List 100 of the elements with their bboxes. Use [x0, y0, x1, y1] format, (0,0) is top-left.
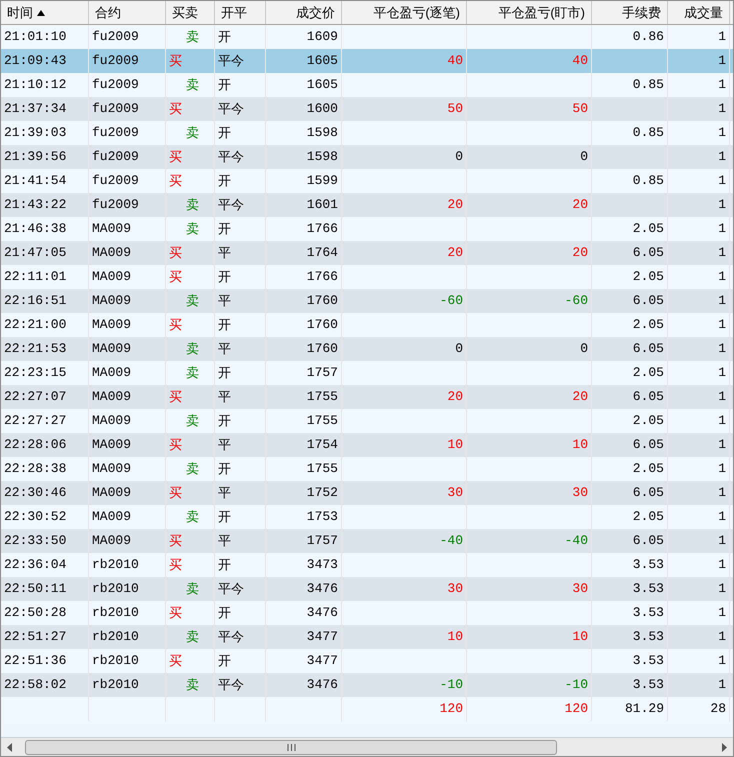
horizontal-scrollbar[interactable]	[1, 737, 733, 756]
column-header[interactable]: 成交量	[668, 1, 730, 24]
table-cell: 50	[572, 101, 588, 116]
table-cell: 22:27:07	[4, 389, 66, 404]
table-cell: MA009	[92, 461, 132, 476]
table-cell: 1	[718, 317, 726, 332]
table-cell: 2.05	[632, 317, 664, 332]
column-header[interactable]: 成交价	[266, 1, 342, 24]
table-cell: fu2009	[92, 53, 139, 68]
table-cell: 1766	[306, 221, 338, 236]
trade-row[interactable]: 22:30:46 MA009 买 平 1752 30 30 6.05 1	[1, 481, 733, 505]
trade-row[interactable]: 22:21:53 MA009 卖 平 1760 0 0 6.05 1	[1, 337, 733, 361]
table-cell: 3.53	[632, 653, 664, 668]
table-cell: 开	[218, 221, 231, 236]
table-cell: 平	[218, 533, 231, 548]
table-cell: 平今	[218, 53, 244, 68]
table-cell: 3.53	[632, 557, 664, 572]
table-cell: 1757	[306, 533, 338, 548]
table-cell: rb2010	[92, 557, 139, 572]
column-header[interactable]: 合约	[89, 1, 166, 24]
column-header[interactable]: 手续费	[592, 1, 668, 24]
column-header[interactable]: 开平	[215, 1, 266, 24]
table-cell: 买	[169, 101, 182, 116]
table-cell: fu2009	[92, 29, 139, 44]
table-cell: 21:39:56	[4, 149, 66, 164]
trade-row[interactable]: 21:43:22 fu2009 卖 平今 1601 20 20 1	[1, 193, 733, 217]
table-cell: 开	[218, 173, 231, 188]
table-cell: 21:10:12	[4, 77, 66, 92]
table-cell: 21:43:22	[4, 197, 66, 212]
table-cell: 21:41:54	[4, 173, 66, 188]
table-cell: 1598	[306, 125, 338, 140]
table-cell: 6.05	[632, 293, 664, 308]
table-cell: 1	[718, 677, 726, 692]
table-cell: -40	[440, 533, 463, 548]
table-cell: -60	[440, 293, 463, 308]
table-cell: 1	[718, 629, 726, 644]
table-cell: 开	[218, 413, 231, 428]
table-cell: 0	[455, 341, 463, 356]
table-cell: 30	[447, 581, 463, 596]
trade-row[interactable]: 21:09:43 fu2009 买 平今 1605 40 40 1	[1, 49, 733, 73]
table-cell: 3477	[306, 653, 338, 668]
table-cell: 6.05	[632, 341, 664, 356]
table-cell: 平今	[218, 101, 244, 116]
table-cell: 1	[718, 77, 726, 92]
table-cell: 平	[218, 389, 231, 404]
table-cell: 21:46:38	[4, 221, 66, 236]
grip-icon	[286, 744, 296, 750]
table-cell: MA009	[92, 365, 132, 380]
table-cell: 22:16:51	[4, 293, 66, 308]
table-cell: 3476	[306, 677, 338, 692]
table-cell: 3477	[306, 629, 338, 644]
trade-row[interactable]: 22:28:06 MA009 买 平 1754 10 10 6.05 1	[1, 433, 733, 457]
table-cell: 2.05	[632, 461, 664, 476]
table-cell: 20	[447, 389, 463, 404]
table-cell: 卖	[186, 365, 199, 380]
table-cell: MA009	[92, 245, 132, 260]
trade-row[interactable]: 22:16:51 MA009 卖 平 1760 -60 -60 6.05 1	[1, 289, 733, 313]
table-cell: 开	[218, 557, 231, 572]
table-cell: 6.05	[632, 533, 664, 548]
trade-row[interactable]: 22:58:02 rb2010 卖 平今 3476 -10 -10 3.53 1	[1, 673, 733, 697]
table-cell: 买	[169, 317, 182, 332]
table-cell: 平今	[218, 197, 244, 212]
table-cell: MA009	[92, 317, 132, 332]
trade-row[interactable]: 22:50:11 rb2010 卖 平今 3476 30 30 3.53 1	[1, 577, 733, 601]
table-cell: 3.53	[632, 605, 664, 620]
column-header[interactable]: 平仓盈亏(逐笔)	[342, 1, 467, 24]
column-header[interactable]: 时间	[1, 1, 89, 24]
trade-row[interactable]: 22:51:27 rb2010 卖 平今 3477 10 10 3.53 1	[1, 625, 733, 649]
table-cell: 1	[718, 245, 726, 260]
table-cell: MA009	[92, 437, 132, 452]
table-cell: 22:50:11	[4, 581, 66, 596]
table-cell: 卖	[186, 221, 199, 236]
table-cell: 买	[169, 437, 182, 452]
table-cell: 1605	[306, 53, 338, 68]
column-header[interactable]: 买卖	[166, 1, 215, 24]
scrollbar-thumb[interactable]	[25, 740, 557, 754]
table-cell: 1	[718, 173, 726, 188]
table-cell: 平今	[218, 677, 244, 692]
table-cell: 1	[718, 365, 726, 380]
table-cell: 开	[218, 653, 231, 668]
column-header[interactable]: 平仓盈亏(盯市)	[467, 1, 592, 24]
table-cell: 0	[455, 149, 463, 164]
table-cell: 40	[572, 53, 588, 68]
table-cell: 6.05	[632, 485, 664, 500]
trade-row[interactable]: 21:47:05 MA009 买 平 1764 20 20 6.05 1	[1, 241, 733, 265]
table-cell: 1600	[306, 101, 338, 116]
table-cell: 平今	[218, 629, 244, 644]
table-cell: 10	[572, 629, 588, 644]
table-cell: 10	[447, 629, 463, 644]
trade-row[interactable]: 22:33:50 MA009 买 平 1757 -40 -40 6.05 1	[1, 529, 733, 553]
trade-row[interactable]: 22:27:07 MA009 买 平 1755 20 20 6.05 1	[1, 385, 733, 409]
trade-row[interactable]: 21:39:56 fu2009 买 平今 1598 0 0 1	[1, 145, 733, 169]
table-cell: 1	[718, 605, 726, 620]
table-cell: 22:11:01	[4, 269, 66, 284]
table-cell: MA009	[92, 413, 132, 428]
trade-row[interactable]: 21:37:34 fu2009 买 平今 1600 50 50 1	[1, 97, 733, 121]
table-cell: 买	[169, 557, 182, 572]
table-cell: 22:27:27	[4, 413, 66, 428]
total-cell: 81.29	[624, 701, 664, 716]
table-cell: 21:37:34	[4, 101, 66, 116]
